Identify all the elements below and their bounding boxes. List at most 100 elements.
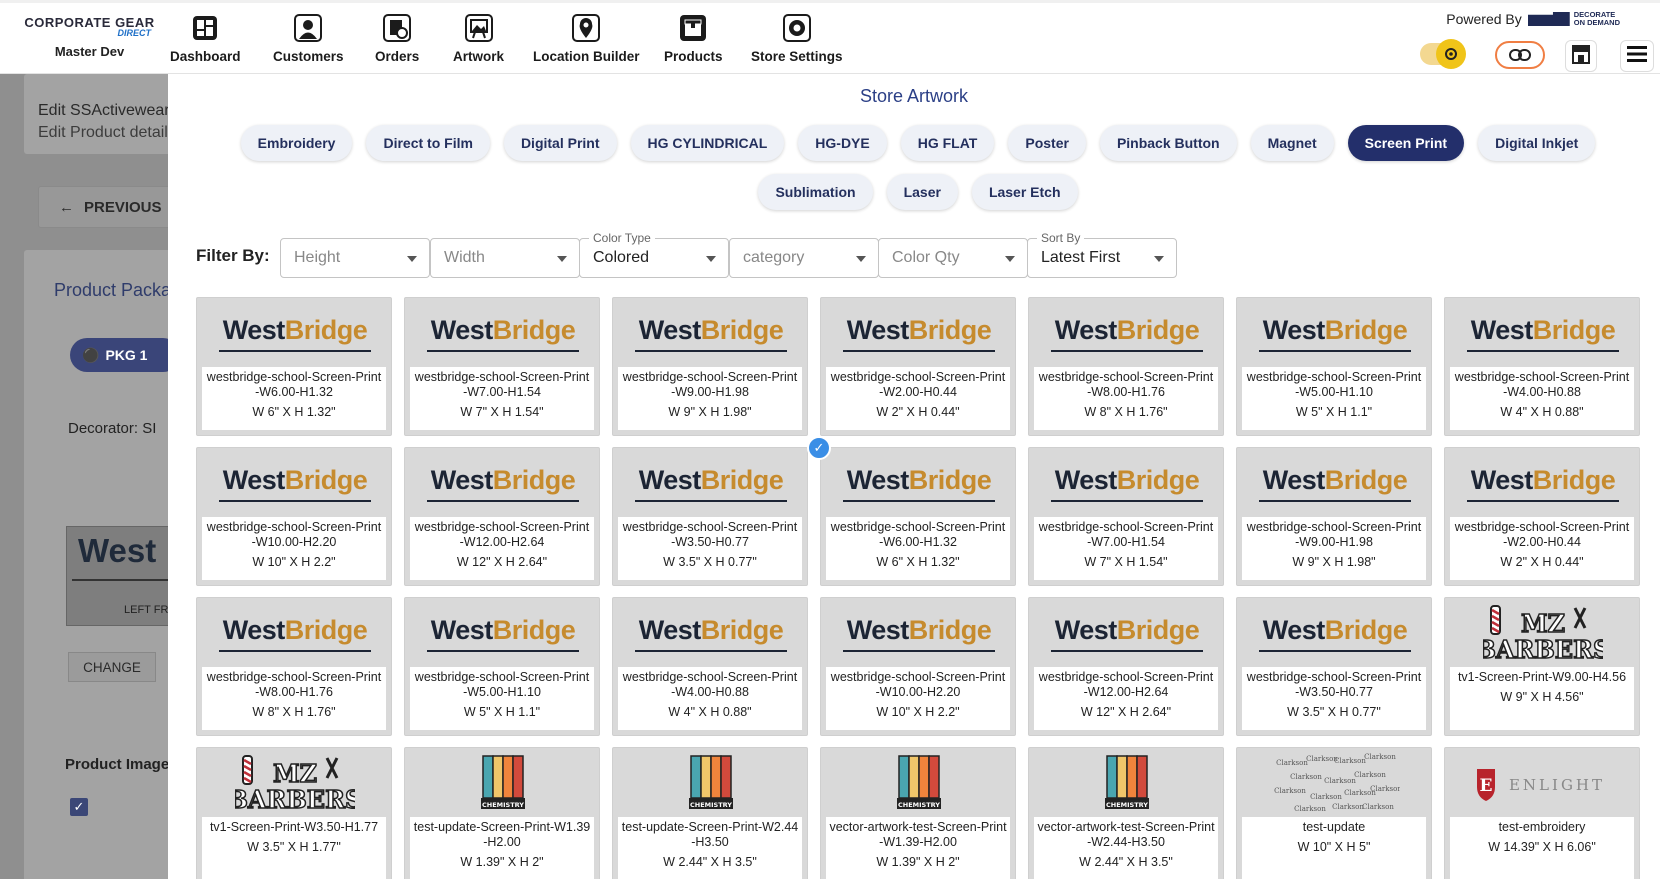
nav-dashboard[interactable]: Dashboard [170, 12, 241, 64]
nav-store-settings[interactable]: Store Settings [751, 12, 843, 64]
artwork-card[interactable]: E ENLIGHT test-embroidery W 14.39" X H 6.06… [1444, 747, 1640, 879]
nav-location-builder[interactable]: Location Builder [533, 12, 640, 64]
nav-orders[interactable]: Orders [375, 12, 419, 64]
westbridge-logo: WestBridge [1050, 315, 1203, 352]
artwork-card[interactable]: WestBridge westbridge-school-Screen-Print… [612, 597, 808, 736]
svg-text:E: E [1480, 776, 1493, 796]
artwork-card[interactable]: WestBridge westbridge-school-Screen-Print… [1028, 597, 1224, 736]
tab-magnet[interactable]: Magnet [1250, 125, 1334, 161]
chemistry-logo: CHEMISTRY [1105, 755, 1149, 809]
nav-customers[interactable]: Customers [273, 12, 344, 64]
artwork-info: westbridge-school-Screen-Print-W7.00-H1.… [1034, 517, 1218, 580]
artwork-card[interactable]: CHEMISTRY test-update-Screen-Print-W1.39-… [404, 747, 600, 879]
svg-text:CHEMISTRY: CHEMISTRY [1106, 801, 1148, 809]
artwork-thumbnail: WestBridge [821, 598, 1017, 668]
filter-select-colored[interactable]: Color Type Colored [579, 231, 729, 278]
artwork-grid: WestBridge westbridge-school-Screen-Print… [196, 297, 1646, 879]
artwork-dimensions: W 9" X H 4.56" [1500, 690, 1584, 704]
theme-toggle[interactable] [1420, 39, 1466, 69]
artwork-card[interactable]: WestBridge westbridge-school-Screen-Print… [1028, 297, 1224, 436]
svg-text:Clarkson: Clarkson [1354, 771, 1386, 779]
artwork-card[interactable]: WestBridge westbridge-school-Screen-Print… [612, 297, 808, 436]
orders-icon [381, 12, 413, 44]
artwork-card[interactable]: WestBridge westbridge-school-Screen-Print… [1236, 297, 1432, 436]
decorate-logo-line2: ON DEMAND [1573, 18, 1620, 27]
artwork-card[interactable]: WestBridge westbridge-school-Screen-Print… [404, 447, 600, 586]
artwork-card[interactable]: CHEMISTRY vector-artwork-test-Screen-Prin… [820, 747, 1016, 879]
tab-embroidery[interactable]: Embroidery [240, 125, 353, 161]
artwork-name: westbridge-school-Screen-Print-W2.00-H0.… [830, 370, 1006, 399]
tab-laser[interactable]: Laser [886, 174, 958, 210]
artwork-card[interactable]: WestBridge westbridge-school-Screen-Print… [1236, 597, 1432, 736]
artwork-thumbnail: WestBridge [1237, 448, 1433, 518]
brand[interactable]: CORPORATE GEAR DIRECT Master Dev [22, 15, 157, 59]
artwork-thumbnail: WestBridge [197, 298, 393, 368]
artwork-card[interactable]: Clarkson Clarkson Clarkson Clarkson Clarkson… [1236, 747, 1432, 879]
westbridge-logo: WestBridge [1258, 315, 1411, 352]
artwork-card[interactable]: ✓ WestBridge westbridge-school-Screen-Prin… [807, 436, 1016, 586]
artwork-card[interactable]: WestBridge westbridge-school-Screen-Print… [196, 447, 392, 586]
filter-select-height[interactable]: Height [280, 238, 430, 278]
artwork-name: westbridge-school-Screen-Print-W6.00-H1.… [206, 370, 382, 399]
artwork-card[interactable]: WestBridge westbridge-school-Screen-Print… [196, 297, 392, 436]
filter-caption: Color Type [589, 231, 655, 245]
artwork-dimensions: W 8" X H 1.76" [252, 705, 336, 719]
artwork-card[interactable]: WestBridge westbridge-school-Screen-Print… [1444, 447, 1640, 586]
tab-hg-cylindrical[interactable]: HG CYLINDRICAL [630, 125, 785, 161]
tab-laser-etch[interactable]: Laser Etch [971, 174, 1078, 210]
artwork-card[interactable]: WestBridge westbridge-school-Screen-Print… [404, 597, 600, 736]
artwork-thumbnail: WestBridge [613, 448, 809, 518]
artwork-card[interactable]: CHEMISTRY test-update-Screen-Print-W2.44-… [612, 747, 808, 879]
filter-select-latest-first[interactable]: Sort By Latest First [1027, 231, 1177, 278]
tab-screen-print[interactable]: Screen Print [1347, 125, 1465, 161]
tab-direct-to-film[interactable]: Direct to Film [366, 125, 490, 161]
artwork-info: westbridge-school-Screen-Print-W12.00-H2… [410, 517, 594, 580]
svg-text:CHEMISTRY: CHEMISTRY [898, 801, 940, 809]
tab-pinback-button[interactable]: Pinback Button [1099, 125, 1237, 161]
svg-text:CHEMISTRY: CHEMISTRY [482, 801, 524, 809]
storefront-button[interactable] [1565, 40, 1597, 72]
arrow-left-icon: ← [59, 198, 74, 216]
artwork-card[interactable]: MZ BARBERS tv1-Screen-Print-W3.50-H1.77 W 3… [196, 747, 392, 879]
nav-label: Dashboard [170, 49, 241, 64]
tab-poster[interactable]: Poster [1008, 125, 1086, 161]
westbridge-logo: WestBridge [218, 315, 371, 352]
tab-hg-dye[interactable]: HG-DYE [798, 125, 887, 161]
artwork-card[interactable]: WestBridge westbridge-school-Screen-Print… [1028, 447, 1224, 586]
powered-by-text: Powered By [1446, 11, 1522, 27]
artwork-dimensions: W 12" X H 2.64" [1080, 705, 1172, 719]
artwork-name: tv1-Screen-Print-W3.50-H1.77 [209, 820, 379, 834]
tab-digital-print[interactable]: Digital Print [503, 125, 617, 161]
caret-down-icon [1154, 256, 1164, 262]
westbridge-logo: WestBridge [218, 615, 371, 652]
hamburger-menu-button[interactable] [1620, 40, 1654, 72]
artwork-info: westbridge-school-Screen-Print-W4.00-H0.… [618, 667, 802, 730]
artwork-card[interactable]: WestBridge westbridge-school-Screen-Print… [196, 597, 392, 736]
artwork-card[interactable]: WestBridge westbridge-school-Screen-Print… [612, 447, 808, 586]
artwork-card[interactable]: WestBridge westbridge-school-Screen-Print… [404, 297, 600, 436]
artwork-card[interactable]: MZ BARBERS tv1-Screen-Print-W9.00-H4.56 W 9… [1444, 597, 1640, 736]
artwork-card[interactable]: WestBridge westbridge-school-Screen-Print… [820, 297, 1016, 436]
customers-icon [292, 12, 324, 44]
artwork-card[interactable]: WestBridge westbridge-school-Screen-Print… [1236, 447, 1432, 586]
artwork-card[interactable]: CHEMISTRY vector-artwork-test-Screen-Prin… [1028, 747, 1224, 879]
filter-select-category[interactable]: category [729, 238, 879, 278]
filter-select-color-qty[interactable]: Color Qty [878, 238, 1028, 278]
artwork-info: test-update-Screen-Print-W1.39-H2.00 W 1.… [410, 817, 594, 879]
artwork-thumbnail: MZ BARBERS [197, 748, 393, 818]
tab-digital-inkjet[interactable]: Digital Inkjet [1478, 125, 1596, 161]
copy-link-button[interactable] [1495, 41, 1545, 69]
nav-products[interactable]: Products [664, 12, 723, 64]
hamburger-icon [1627, 46, 1647, 66]
westbridge-logo: WestBridge [842, 465, 995, 502]
filter-select-width[interactable]: Width [430, 238, 580, 278]
nav-label: Store Settings [751, 49, 843, 64]
filter-value: Colored [593, 249, 650, 266]
artwork-card[interactable]: WestBridge westbridge-school-Screen-Print… [820, 597, 1016, 736]
artwork-card[interactable]: WestBridge westbridge-school-Screen-Print… [1444, 297, 1640, 436]
nav-artwork[interactable]: Artwork [453, 12, 504, 64]
filter-value: category [743, 249, 805, 266]
tab-hg-flat[interactable]: HG FLAT [900, 125, 995, 161]
svg-text:Clarkson: Clarkson [1274, 787, 1306, 795]
tab-sublimation[interactable]: Sublimation [758, 174, 873, 210]
